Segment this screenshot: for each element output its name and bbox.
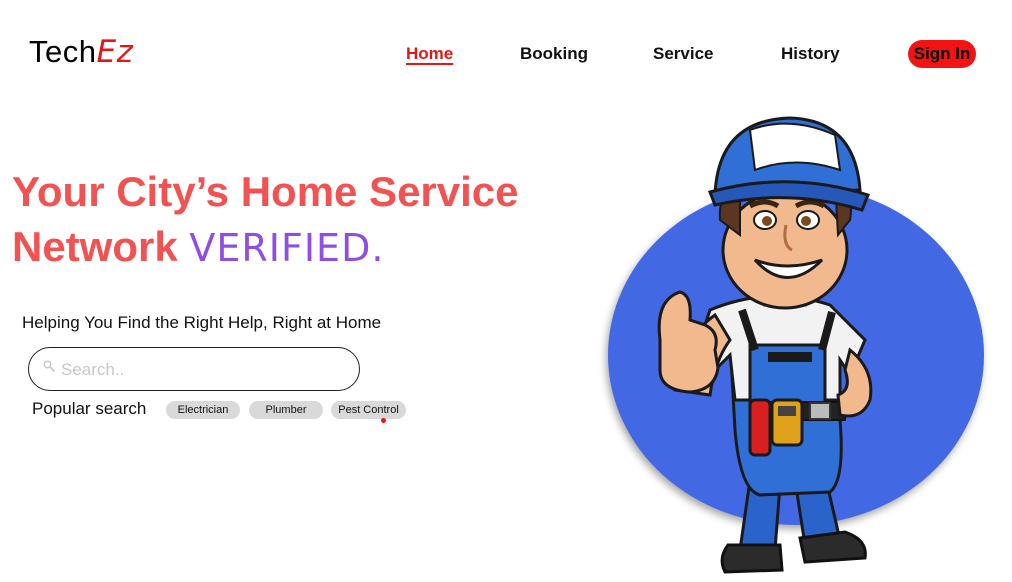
brand-logo[interactable]: TechEz xyxy=(29,36,133,68)
popular-search-label: Popular search xyxy=(32,399,147,418)
nav-booking[interactable]: Booking xyxy=(520,44,588,64)
sign-in-button[interactable]: Sign In xyxy=(908,40,976,68)
search-bar[interactable] xyxy=(28,347,360,391)
nav-service[interactable]: Service xyxy=(653,44,714,64)
nav-home[interactable]: Home xyxy=(406,44,453,64)
nav-history[interactable]: History xyxy=(781,44,840,64)
search-input[interactable] xyxy=(59,356,343,384)
logo-text-main: Tech xyxy=(29,34,97,69)
technician-thumbs-up-illustration xyxy=(657,116,873,574)
headline-line-1: Your City’s Home Service xyxy=(12,168,519,215)
headline-verified: VERIFIED. xyxy=(189,226,385,270)
chip-pest-control[interactable]: Pest Control xyxy=(331,401,406,419)
hero-subtitle: Helping You Find the Right Help, Right a… xyxy=(22,313,382,332)
search-icon xyxy=(43,360,55,372)
logo-text-accent: Ez xyxy=(96,34,134,70)
notification-dot xyxy=(381,418,386,423)
headline-network: Network xyxy=(12,223,178,270)
hero-headline: Your City’s Home Service Network VERIFIE… xyxy=(12,164,519,276)
headline-line-2: Network VERIFIED. xyxy=(12,219,519,276)
chip-electrician[interactable]: Electrician xyxy=(166,401,240,419)
chip-plumber[interactable]: Plumber xyxy=(249,401,323,419)
